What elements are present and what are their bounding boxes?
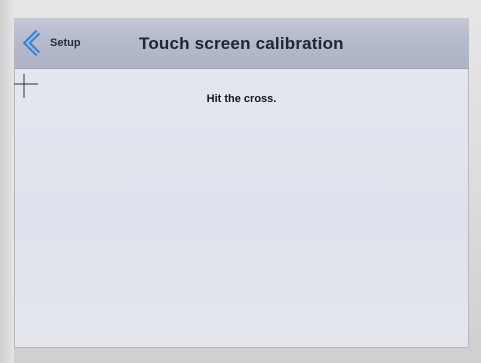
chevron-left-icon xyxy=(22,29,44,57)
instruction-text: Hit the cross. xyxy=(206,93,277,105)
back-button[interactable]: Setup xyxy=(22,28,81,58)
title-bar: Setup Touch screen calibration xyxy=(14,18,469,69)
back-label: Setup xyxy=(50,37,81,49)
page-title: Touch screen calibration xyxy=(139,34,344,53)
calibration-screen[interactable]: Setup Touch screen calibration Hit the c… xyxy=(14,18,469,348)
device-bezel-edge xyxy=(0,0,14,363)
